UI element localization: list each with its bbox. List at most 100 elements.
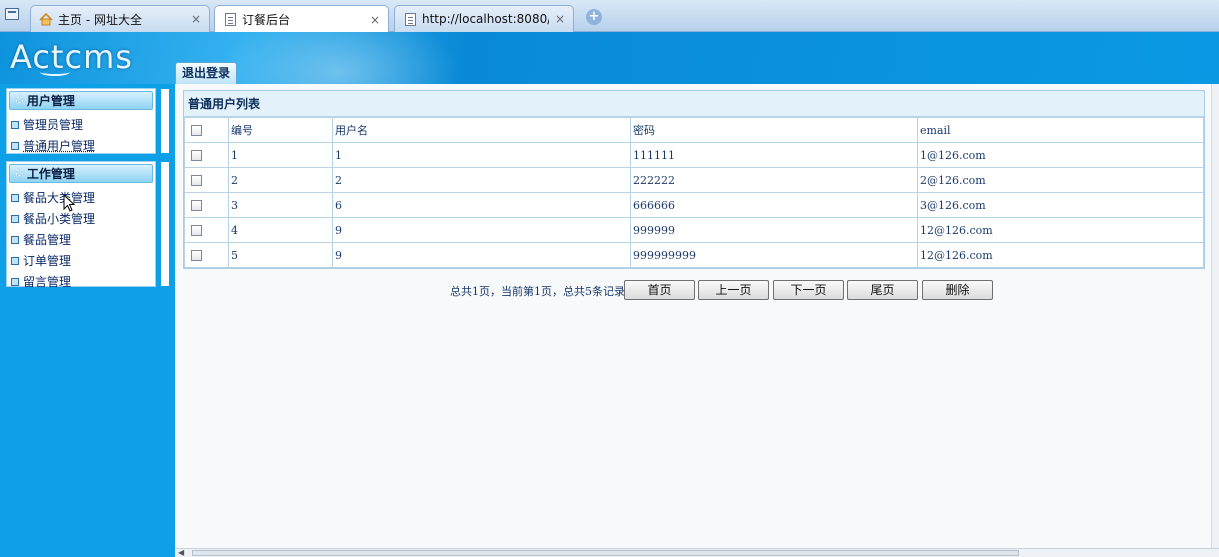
panel-title: 普通用户列表	[184, 91, 1204, 117]
logout-button[interactable]: 退出登录	[175, 62, 238, 84]
bullet-icon	[11, 235, 19, 244]
row-select-cell	[184, 242, 229, 268]
cell-id: 2	[228, 167, 333, 193]
star-icon: ✩	[14, 166, 25, 181]
sidebar-item-user-manage[interactable]: 普通用户管理	[7, 135, 155, 156]
cell-username: 2	[332, 167, 631, 193]
bullet-icon	[11, 277, 19, 286]
table-row: 5 9 999999999 12@126.com	[184, 242, 1204, 268]
horizontal-scrollbar[interactable]: ◀	[175, 548, 1219, 557]
sidebar-item-label: 餐品管理	[23, 233, 72, 247]
first-page-button[interactable]: 首页	[624, 280, 695, 300]
row-checkbox[interactable]	[191, 200, 202, 211]
sidebar-item-category-manage[interactable]: 餐品大类管理	[7, 187, 155, 208]
tab-title: http://localhost:8080/R...	[422, 12, 549, 26]
menu-divider	[161, 89, 169, 153]
menu-group-user: ✩ 用户管理 管理员管理 普通用户管理	[6, 88, 169, 156]
sidebar-item-label: 订单管理	[23, 254, 72, 268]
page-icon	[403, 12, 417, 26]
bullet-icon	[11, 141, 19, 150]
cell-email: 12@126.com	[917, 242, 1204, 268]
pagination-summary: 总共1页，当前第1页，总共5条记录	[450, 285, 625, 298]
star-icon: ✩	[14, 93, 25, 108]
cell-username: 1	[332, 142, 631, 168]
cell-username: 9	[332, 217, 631, 243]
select-all-cell	[184, 117, 229, 143]
scroll-left-icon[interactable]: ◀	[178, 548, 184, 557]
window-menu-icon[interactable]	[5, 8, 19, 20]
page-icon	[223, 13, 237, 27]
site-header: Actcms 退出登录	[0, 32, 1219, 84]
bullet-icon	[11, 214, 19, 223]
cell-id: 4	[228, 217, 333, 243]
cell-id: 3	[228, 192, 333, 218]
home-icon	[39, 12, 53, 26]
bullet-icon	[11, 256, 19, 265]
tab-order-admin[interactable]: 订餐后台 ×	[214, 5, 389, 33]
new-tab-button[interactable]: +	[586, 9, 602, 25]
column-header-id: 编号	[228, 117, 333, 143]
cell-password: 222222	[630, 167, 918, 193]
cell-password: 999999	[630, 217, 918, 243]
row-checkbox[interactable]	[191, 150, 202, 161]
sidebar-item-label: 管理员管理	[23, 118, 84, 132]
tab-homepage[interactable]: 主页 - 网址大全 ×	[30, 5, 210, 32]
row-select-cell	[184, 217, 229, 243]
cell-username: 9	[332, 242, 631, 268]
scrollbar-thumb[interactable]	[192, 550, 1019, 556]
bullet-icon	[11, 193, 19, 202]
sidebar-item-dish-manage[interactable]: 餐品管理	[7, 229, 155, 250]
cell-username: 6	[332, 192, 631, 218]
cell-password: 999999999	[630, 242, 918, 268]
close-tab-icon[interactable]: ×	[370, 13, 380, 27]
row-select-cell	[184, 142, 229, 168]
sidebar-item-message-manage[interactable]: 留言管理	[7, 271, 155, 292]
tab-localhost[interactable]: http://localhost:8080/R... ×	[394, 5, 574, 32]
row-checkbox[interactable]	[191, 250, 202, 261]
sidebar-item-label: 留言管理	[23, 275, 72, 289]
cell-password: 666666	[630, 192, 918, 218]
next-page-button[interactable]: 下一页	[773, 280, 844, 300]
table-header-row: 编号 用户名 密码 email	[184, 117, 1204, 143]
tab-title: 订餐后台	[242, 13, 291, 27]
tab-title: 主页 - 网址大全	[58, 12, 142, 27]
cell-email: 3@126.com	[917, 192, 1204, 218]
column-header-email: email	[917, 117, 1204, 143]
row-select-cell	[184, 192, 229, 218]
sidebar-item-subcategory-manage[interactable]: 餐品小类管理	[7, 208, 155, 229]
close-tab-icon[interactable]: ×	[555, 12, 565, 26]
prev-page-button[interactable]: 上一页	[698, 280, 769, 300]
menu-group-title[interactable]: ✩ 用户管理	[9, 91, 153, 110]
table-row: 1 1 111111 1@126.com	[184, 142, 1204, 168]
table-row: 2 2 222222 2@126.com	[184, 167, 1204, 193]
row-select-cell	[184, 167, 229, 193]
menu-divider	[161, 162, 169, 286]
menu-group-work: ✩ 工作管理 餐品大类管理 餐品小类管理 餐品管理 订单管理 留言管理	[6, 161, 169, 289]
sidebar: ✩ 用户管理 管理员管理 普通用户管理 ✩ 工作管理 餐品大类管理 餐品小类管理…	[0, 84, 175, 549]
sidebar-item-label: 普通用户管理	[23, 139, 96, 153]
sidebar-item-admin-manage[interactable]: 管理员管理	[7, 114, 155, 135]
browser-tab-strip: 主页 - 网址大全 × 订餐后台 × http://localhost:8080…	[0, 0, 1219, 33]
column-header-password: 密码	[630, 117, 918, 143]
row-checkbox[interactable]	[191, 175, 202, 186]
table-row: 4 9 999999 12@126.com	[184, 217, 1204, 243]
table-row: 3 6 666666 3@126.com	[184, 192, 1204, 218]
menu-group-label: 用户管理	[26, 94, 75, 108]
select-all-checkbox[interactable]	[191, 125, 202, 136]
cell-id: 1	[228, 142, 333, 168]
last-page-button[interactable]: 尾页	[847, 280, 918, 300]
close-tab-icon[interactable]: ×	[191, 12, 201, 26]
delete-button[interactable]: 删除	[922, 280, 993, 300]
cell-email: 2@126.com	[917, 167, 1204, 193]
sidebar-item-label: 餐品大类管理	[23, 191, 96, 205]
site-logo: Actcms	[10, 38, 133, 76]
vertical-scrollbar[interactable]	[1211, 84, 1219, 549]
row-checkbox[interactable]	[191, 225, 202, 236]
menu-group-title[interactable]: ✩ 工作管理	[9, 164, 153, 183]
pagination-bar: 总共1页，当前第1页，总共5条记录 首页 上一页 下一页 尾页 删除	[175, 279, 1211, 301]
user-list-panel: 普通用户列表 编号 用户名 密码 email 1 1 111111 1@126.…	[183, 90, 1205, 269]
sidebar-item-order-manage[interactable]: 订单管理	[7, 250, 155, 271]
bullet-icon	[11, 120, 19, 129]
mouse-cursor-icon	[63, 193, 76, 216]
menu-group-label: 工作管理	[26, 167, 75, 181]
